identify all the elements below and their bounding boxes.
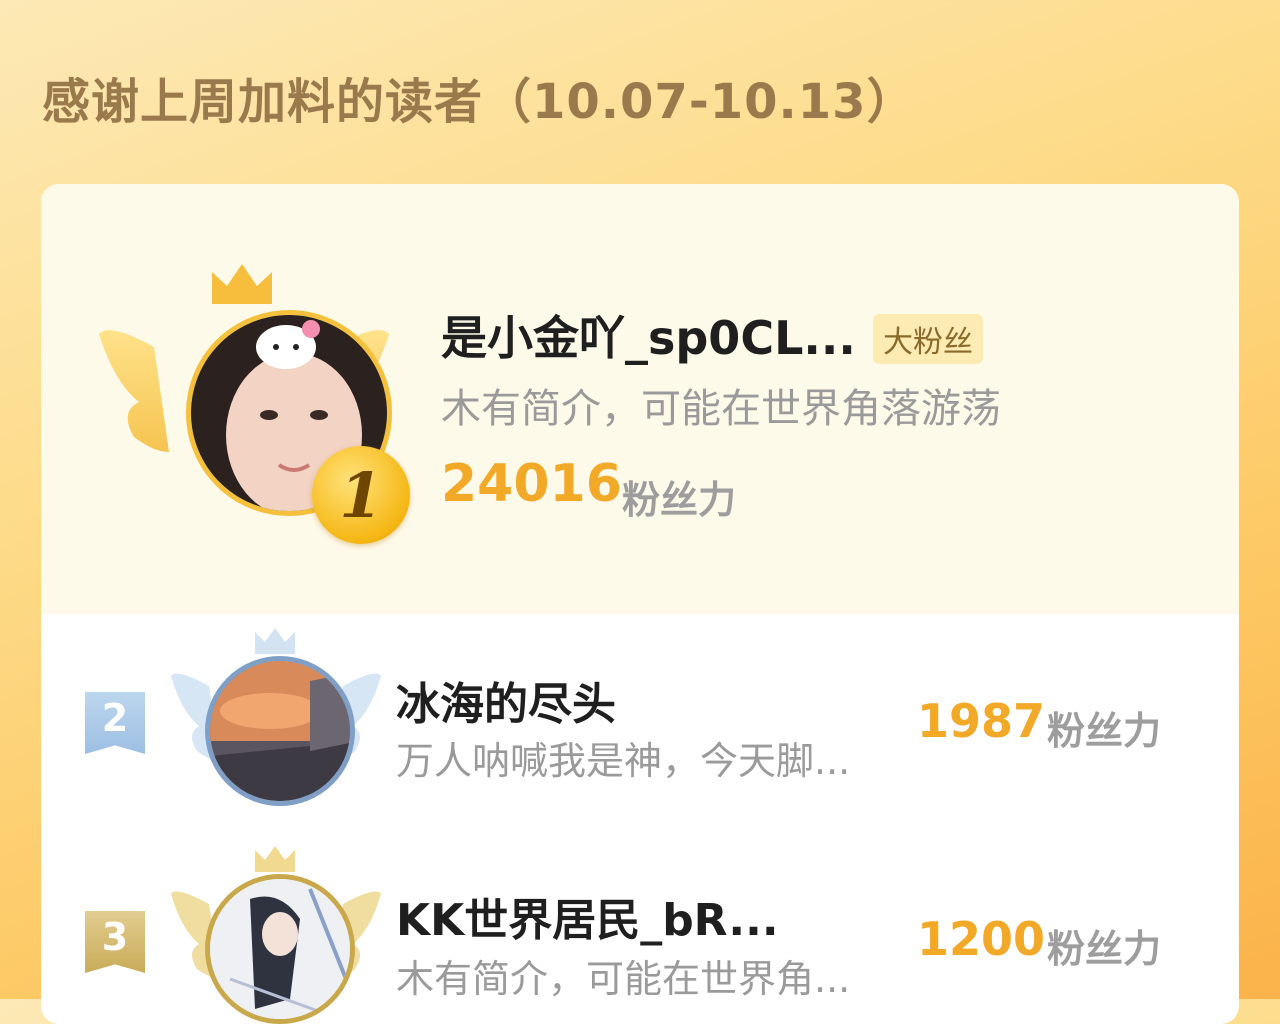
rank-2-flag: 2: [85, 692, 145, 754]
reader-name[interactable]: KK世界居民_bR...: [396, 884, 779, 948]
page-title: 感谢上周加料的读者（10.07-10.13）: [42, 74, 916, 130]
fan-score-unit: 粉丝力: [1047, 709, 1162, 753]
fan-score: 1987: [917, 694, 1046, 748]
rank-1-medal: 1: [312, 446, 410, 544]
fan-level-badge: 大粉丝: [873, 314, 983, 364]
reader-bio: 万人呐喊我是神，今天脚...: [396, 739, 851, 783]
reader-bio: 木有简介，可能在世界角落游荡: [441, 386, 1001, 432]
fan-score-unit: 粉丝力: [622, 478, 737, 522]
reader-name[interactable]: 冰海的尽头: [396, 668, 616, 732]
reader-name[interactable]: 是小金吖_sp0CL...: [441, 302, 856, 368]
avatar-photo: [205, 874, 355, 1024]
fan-score-unit: 粉丝力: [1047, 927, 1162, 971]
top-reader-section[interactable]: 1 是小金吖_sp0CL... 大粉丝 木有简介，可能在世界角落游荡 24016…: [41, 184, 1239, 614]
avatar-rank-1[interactable]: 1: [99, 262, 410, 544]
rank-3-flag: 3: [85, 911, 145, 973]
reader-bio: 木有简介，可能在世界角...: [396, 957, 851, 1001]
avatar-rank-2[interactable]: [171, 626, 381, 806]
fan-score: 24016: [441, 454, 622, 514]
avatar-rank-3[interactable]: [171, 844, 381, 1024]
ranking-card: 1 是小金吖_sp0CL... 大粉丝 木有简介，可能在世界角落游荡 24016…: [41, 184, 1239, 1024]
fan-score: 1200: [917, 912, 1046, 966]
avatar-photo: [205, 656, 355, 806]
